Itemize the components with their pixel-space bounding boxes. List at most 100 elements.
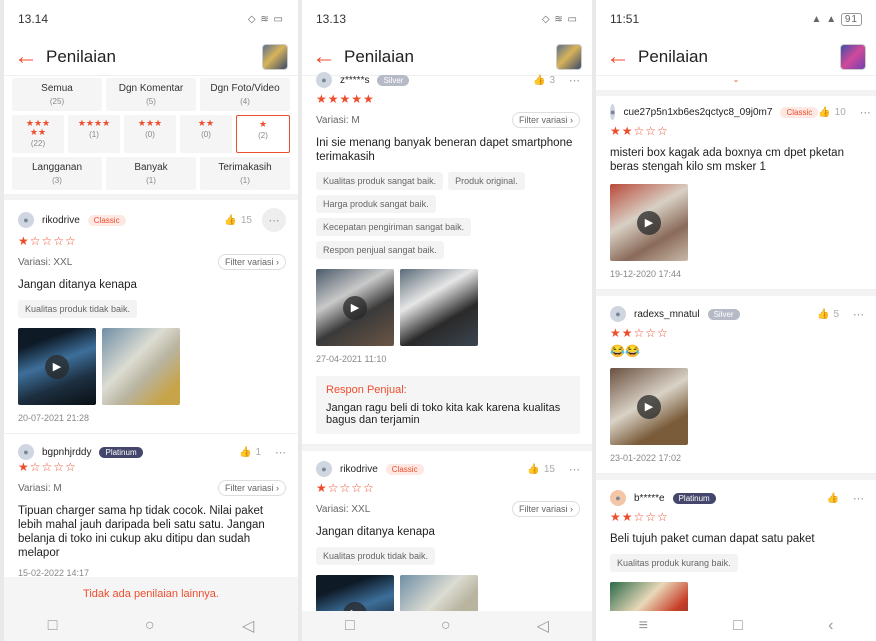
filter-5-star[interactable]: ★★★ ★★ (22) <box>12 115 64 153</box>
system-nav-bar: ≡ □ ‹ <box>596 611 876 641</box>
review-text: Tipuan charger sama hp tidak cocok. Nila… <box>18 505 265 559</box>
filter-langganan[interactable]: Langganan (3) <box>12 157 102 190</box>
like-button[interactable]: 👍 3 <box>533 75 555 86</box>
back-icon[interactable]: ‹ <box>828 617 833 635</box>
more-icon[interactable]: ⋯ <box>853 492 864 505</box>
rating-stars: ★★★★★ <box>316 92 375 106</box>
back-arrow-icon[interactable]: ← <box>606 44 638 69</box>
like-button[interactable]: 👍 <box>827 493 839 504</box>
filter-semua[interactable]: Semua (25) <box>12 78 102 111</box>
filter-variant-button[interactable]: Filter variasi › <box>511 112 580 128</box>
recents-icon[interactable]: □ <box>48 617 58 635</box>
filter-count: (2) <box>258 131 268 140</box>
play-icon: ▶ <box>45 354 69 379</box>
member-badge: Platinum <box>672 492 716 504</box>
filter-banyak[interactable]: Banyak (1) <box>106 157 196 190</box>
filter-variant-button[interactable]: Filter variasi › <box>217 480 286 496</box>
member-badge: Silver <box>377 74 410 86</box>
page-title: Penilaian <box>344 46 414 66</box>
user-avatar: ● <box>18 212 34 228</box>
username: z*****s <box>340 74 370 86</box>
thumbs-up-icon: 👍 <box>224 214 237 226</box>
filter-1-star[interactable]: ★ (2) <box>236 115 290 153</box>
like-button[interactable]: 👍 1 <box>239 447 261 458</box>
battery-level: 91 <box>840 12 862 26</box>
back-icon[interactable]: ◁ <box>242 616 254 636</box>
review-video[interactable]: ▶ <box>610 184 688 261</box>
rating-stars: ★★☆☆☆ <box>610 124 669 138</box>
filter-label: Dgn Komentar <box>118 83 184 94</box>
more-icon[interactable]: ⋯ <box>569 74 580 87</box>
filter-label: Semua <box>41 83 73 94</box>
user-avatar: ● <box>18 444 34 460</box>
filter-4-star[interactable]: ★★★★ (1) <box>68 115 120 153</box>
no-more-reviews: Tidak ada penilaian lainnya. <box>4 577 298 611</box>
seller-response: Respon Penjual: Jangan ragu beli di toko… <box>316 376 580 434</box>
review-date: 19-12-2020 17:44 <box>610 269 682 279</box>
shop-avatar[interactable] <box>262 43 288 70</box>
review-photo[interactable] <box>102 328 180 405</box>
like-button[interactable]: 👍 10 <box>818 107 846 118</box>
filter-count: (1) <box>89 130 99 139</box>
collapse-caret-icon[interactable]: ⌄ <box>596 76 876 90</box>
back-icon[interactable]: ◁ <box>537 616 549 636</box>
like-button[interactable]: 👍 15 <box>527 464 555 475</box>
home-icon[interactable]: ○ <box>441 617 451 635</box>
filter-terimakasih[interactable]: Terimakasih (1) <box>200 157 290 190</box>
filter-variant-button[interactable]: Filter variasi › <box>511 501 580 517</box>
member-badge: Platinum <box>99 446 143 458</box>
like-count: 3 <box>549 74 555 86</box>
status-icons: ◇ ≋ ▭ <box>247 13 284 25</box>
more-icon[interactable]: ⋯ <box>275 446 286 459</box>
user-avatar: ● <box>610 490 626 506</box>
like-count: 10 <box>834 106 846 118</box>
filter-foto-video[interactable]: Dgn Foto/Video (4) <box>200 78 290 111</box>
filter-variant-label: Filter variasi <box>224 257 274 267</box>
filter-count: (1) <box>240 176 250 185</box>
thumbs-up-icon: 👍 <box>238 446 252 458</box>
review-tag: Respon penjual sangat baik. <box>316 241 444 259</box>
shop-avatar[interactable] <box>840 43 866 70</box>
review-text: Beli tujuh paket cuman dapat satu paket <box>610 533 815 545</box>
filter-label: Terimakasih <box>218 162 272 173</box>
review-date: 20-07-2021 21:28 <box>18 413 90 423</box>
filter-2-star[interactable]: ★★ (0) <box>180 115 232 153</box>
menu-icon[interactable]: ≡ <box>639 617 648 635</box>
status-time: 11:51 <box>610 12 640 26</box>
like-button[interactable]: 👍 15 <box>224 215 252 226</box>
review-date: 23-01-2022 17:02 <box>610 453 682 463</box>
review-text: Jangan ditanya kenapa <box>18 279 137 291</box>
member-badge: Classic <box>385 463 424 475</box>
filter-variant-button[interactable]: Filter variasi › <box>217 254 286 270</box>
back-arrow-icon[interactable]: ← <box>14 44 46 69</box>
review-video[interactable]: ▶ <box>610 368 688 445</box>
filter-count: (25) <box>49 97 65 106</box>
filter-3-star[interactable]: ★★★ (0) <box>124 115 176 153</box>
filter-komentar[interactable]: Dgn Komentar (5) <box>106 78 196 111</box>
like-button[interactable]: 👍 5 <box>817 309 839 320</box>
review-video[interactable]: ▶ <box>316 269 394 346</box>
star-icons: ★ <box>258 119 268 129</box>
review-item: ● bgpnhjrddy Platinum 👍 1 ⋯ ★☆☆☆☆ Variasi… <box>4 434 298 589</box>
home-icon[interactable]: ○ <box>145 617 155 635</box>
recents-icon[interactable]: □ <box>345 617 355 635</box>
like-count: 5 <box>833 308 839 320</box>
more-icon[interactable]: ⋯ <box>860 106 871 119</box>
star-icons: ★★ <box>197 118 215 128</box>
status-bar: 11:51 ▲ ▲ 91 <box>596 0 876 38</box>
review-item: ● rikodrive Classic 👍 15 ⋯ ★☆☆☆☆ Variasi:… <box>4 194 298 434</box>
seller-response-text: Jangan ragu beli di toko kita kak karena… <box>326 402 561 426</box>
more-icon[interactable]: ⋯ <box>853 308 864 321</box>
review-photo[interactable] <box>400 269 478 346</box>
play-icon: ▶ <box>343 295 367 320</box>
shop-avatar[interactable] <box>556 43 582 70</box>
rating-stars: ★☆☆☆☆ <box>18 460 77 474</box>
page-title: Penilaian <box>638 46 708 66</box>
more-icon[interactable]: ⋯ <box>262 208 286 232</box>
home-icon[interactable]: □ <box>733 617 743 635</box>
review-video[interactable]: ▶ <box>18 328 96 405</box>
more-icon[interactable]: ⋯ <box>569 463 580 476</box>
back-arrow-icon[interactable]: ← <box>312 44 344 69</box>
filter-label: Banyak <box>134 162 168 173</box>
header: ← Penilaian <box>4 38 298 76</box>
